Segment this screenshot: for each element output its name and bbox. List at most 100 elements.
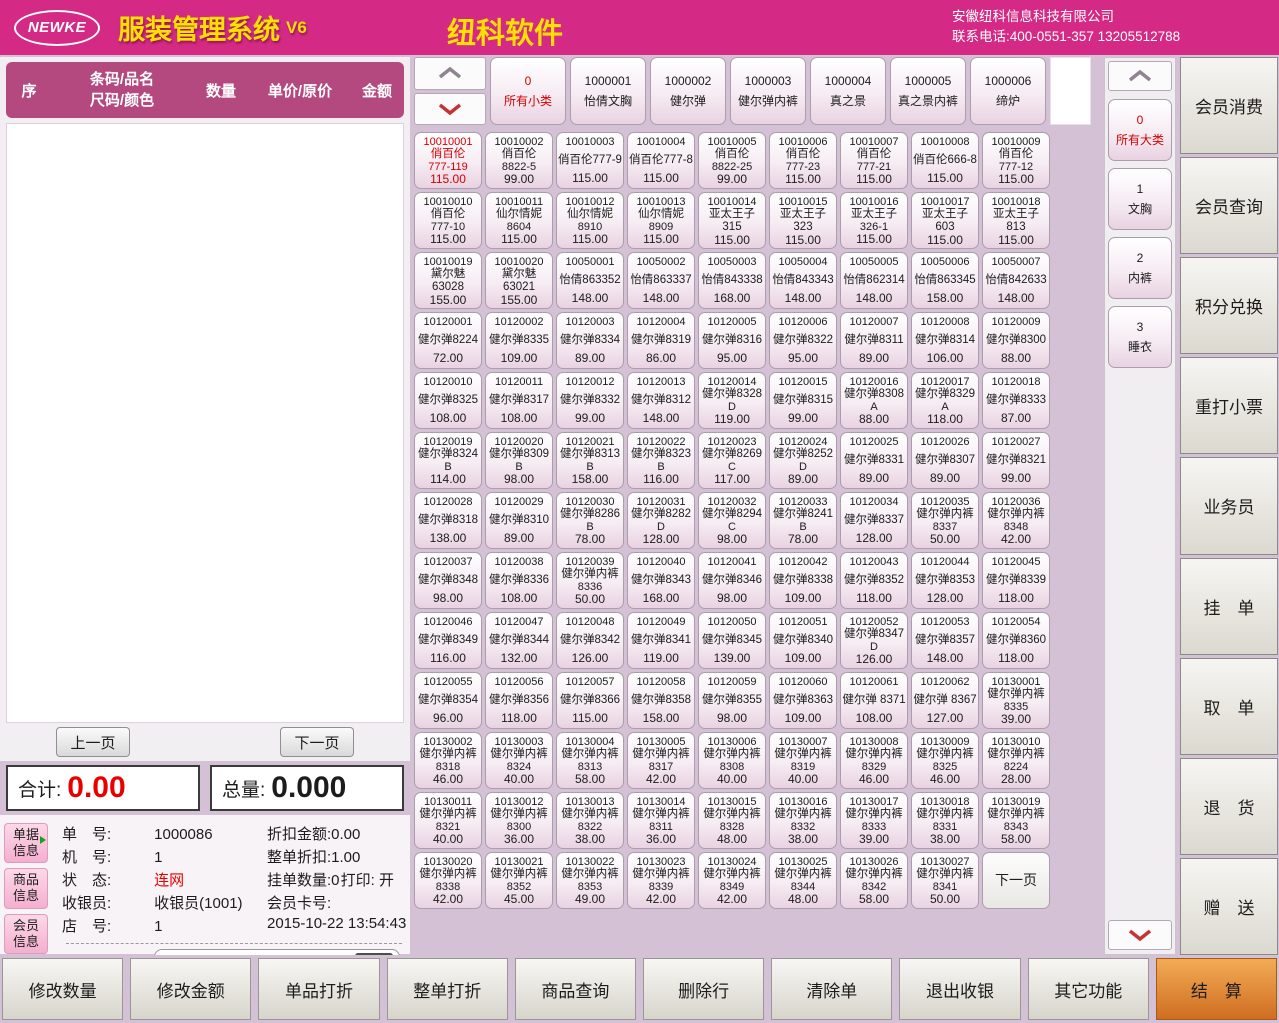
product-cell[interactable]: 10050007 怡倩842633 148.00 [982,252,1050,309]
bottom-button[interactable]: 修改金额 [130,958,251,1020]
product-cell[interactable]: 10010004 俏百伦777-8 115.00 [627,132,695,189]
function-button[interactable]: 赠 送 [1180,858,1278,955]
bottom-button[interactable]: 商品查询 [515,958,636,1020]
product-cell[interactable]: 10120054 健尔弹8360 118.00 [982,612,1050,669]
small-category-button[interactable]: 1000006 缔炉 [970,57,1046,125]
small-category-button[interactable]: 1000005 真之景内裤 [890,57,966,125]
product-cell[interactable]: 10120023 健尔弹8269 C 117.00 [698,432,766,489]
category-scroll-down-button[interactable] [414,93,486,126]
product-cell[interactable]: 10120015 健尔弹8315 99.00 [769,372,837,429]
big-category-button[interactable]: 2 内裤 [1108,237,1172,299]
product-cell[interactable]: 10120056 健尔弹8356 118.00 [485,672,553,729]
product-cell[interactable]: 10120032 健尔弹8294 C 98.00 [698,492,766,549]
product-cell[interactable]: 10120002 健尔弹8335 109.00 [485,312,553,369]
bottom-button[interactable]: 单品打折 [258,958,379,1020]
product-cell[interactable]: 10010016 亚太王子 326-1 115.00 [840,192,908,249]
info-tab[interactable]: 商品 信息 [4,868,48,908]
product-cell[interactable]: 10130026 健尔弹内裤 8342 58.00 [840,852,908,909]
product-cell[interactable]: 10120034 健尔弹8337 128.00 [840,492,908,549]
product-cell[interactable]: 10010013 仙尔情妮 8909 115.00 [627,192,695,249]
product-cell[interactable]: 10050001 怡倩863352 148.00 [556,252,624,309]
function-button[interactable]: 业务员 [1180,457,1278,554]
bottom-button[interactable]: 其它功能 [1028,958,1149,1020]
product-cell[interactable]: 10120051 健尔弹8340 109.00 [769,612,837,669]
bottom-button[interactable]: 修改数量 [2,958,123,1020]
product-cell[interactable]: 10120024 健尔弹8252 D 89.00 [769,432,837,489]
product-cell[interactable]: 10120014 健尔弹8328 D 119.00 [698,372,766,429]
product-cell[interactable]: 10120020 健尔弹8309 B 98.00 [485,432,553,489]
product-cell[interactable]: 10120047 健尔弹8344 132.00 [485,612,553,669]
product-cell[interactable]: 10120042 健尔弹8338 109.00 [769,552,837,609]
big-category-button[interactable]: 1 文胸 [1108,168,1172,230]
product-cell[interactable]: 10120007 健尔弹8311 89.00 [840,312,908,369]
product-cell[interactable]: 10130002 健尔弹内裤 8318 46.00 [414,732,482,789]
product-cell[interactable]: 10130011 健尔弹内裤 8321 40.00 [414,792,482,849]
product-cell[interactable]: 10120001 健尔弹8224 72.00 [414,312,482,369]
product-cell[interactable]: 10050005 怡倩862314 148.00 [840,252,908,309]
product-cell[interactable]: 10120010 健尔弹8325 108.00 [414,372,482,429]
product-cell[interactable]: 10130007 健尔弹内裤 8319 40.00 [769,732,837,789]
product-cell[interactable]: 10010008 俏百伦666-8 115.00 [911,132,979,189]
product-cell[interactable]: 10120050 健尔弹8345 139.00 [698,612,766,669]
product-cell[interactable]: 10120008 健尔弹8314 106.00 [911,312,979,369]
product-cell[interactable]: 10010018 亚太王子813 115.00 [982,192,1050,249]
product-cell[interactable]: 10130004 健尔弹内裤 8313 58.00 [556,732,624,789]
bottom-button[interactable]: 退出收银 [899,958,1020,1020]
product-cell[interactable]: 10120022 健尔弹8323 B 116.00 [627,432,695,489]
product-cell[interactable]: 10120040 健尔弹8343 168.00 [627,552,695,609]
function-button[interactable]: 会员消费 [1180,57,1278,154]
product-cell[interactable]: 10120057 健尔弹8366 115.00 [556,672,624,729]
product-cell[interactable]: 10120027 健尔弹8321 99.00 [982,432,1050,489]
product-cell[interactable]: 10120005 健尔弹8316 95.00 [698,312,766,369]
product-cell[interactable]: 10130023 健尔弹内裤 8339 42.00 [627,852,695,909]
product-cell[interactable]: 10130001 健尔弹内裤 8335 39.00 [982,672,1050,729]
product-cell[interactable]: 10010012 仙尔情妮 8910 115.00 [556,192,624,249]
small-category-button[interactable]: 1000004 真之景 [810,57,886,125]
product-cell[interactable]: 10120043 健尔弹8352 118.00 [840,552,908,609]
product-cell[interactable]: 10120038 健尔弹8336 108.00 [485,552,553,609]
product-cell[interactable]: 10130020 健尔弹内裤 8338 42.00 [414,852,482,909]
product-cell[interactable]: 10010010 俏百伦 777-10 115.00 [414,192,482,249]
product-cell[interactable]: 10130014 健尔弹内裤 8311 36.00 [627,792,695,849]
product-cell[interactable]: 10130013 健尔弹内裤 8322 38.00 [556,792,624,849]
product-cell[interactable]: 10010019 黛尔魅63028 155.00 [414,252,482,309]
big-category-scroll-up-button[interactable] [1108,61,1172,91]
product-cell[interactable]: 10050006 怡倩863345 158.00 [911,252,979,309]
product-cell[interactable]: 10010020 黛尔魅63021 155.00 [485,252,553,309]
product-cell[interactable]: 10010005 俏百伦 8822-25 99.00 [698,132,766,189]
product-cell[interactable]: 10010009 俏百伦 777-12 115.00 [982,132,1050,189]
function-button[interactable]: 取 单 [1180,658,1278,755]
product-cell[interactable]: 10120062 健尔弹 8367 127.00 [911,672,979,729]
small-category-button[interactable]: 1000001 怡倩文胸 [570,57,646,125]
product-cell[interactable]: 10130015 健尔弹内裤 8328 48.00 [698,792,766,849]
product-cell[interactable]: 10120026 健尔弹8307 89.00 [911,432,979,489]
product-cell[interactable]: 10130019 健尔弹内裤 8343 58.00 [982,792,1050,849]
product-cell[interactable]: 10130010 健尔弹内裤 8224 28.00 [982,732,1050,789]
product-cell[interactable]: 10010006 俏百伦 777-23 115.00 [769,132,837,189]
product-cell[interactable]: 10120048 健尔弹8342 126.00 [556,612,624,669]
bottom-button[interactable]: 整单打折 [387,958,508,1020]
product-cell[interactable]: 10130018 健尔弹内裤 8331 38.00 [911,792,979,849]
product-cell[interactable]: 10120060 健尔弹8363 109.00 [769,672,837,729]
small-category-button[interactable]: 1000003 健尔弹内裤 [730,57,806,125]
product-cell[interactable]: 10010011 仙尔情妮 8604 115.00 [485,192,553,249]
product-cell[interactable]: 10120021 健尔弹8313 B 158.00 [556,432,624,489]
big-category-scroll-down-button[interactable] [1108,920,1172,950]
product-cell[interactable]: 10010002 俏百伦 8822-5 99.00 [485,132,553,189]
product-cell[interactable]: 10050002 怡倩863337 148.00 [627,252,695,309]
bottom-button[interactable]: 清除单 [771,958,892,1020]
product-cell[interactable]: 10120036 健尔弹内裤 8348 42.00 [982,492,1050,549]
product-cell[interactable]: 10010003 俏百伦777-9 115.00 [556,132,624,189]
product-cell[interactable]: 10120053 健尔弹8357 148.00 [911,612,979,669]
product-cell[interactable]: 10120019 健尔弹8324 B 114.00 [414,432,482,489]
product-cell[interactable]: 10050004 怡倩843343 148.00 [769,252,837,309]
product-cell[interactable]: 10120018 健尔弹8333 87.00 [982,372,1050,429]
product-cell[interactable]: 10130025 健尔弹内裤 8344 48.00 [769,852,837,909]
product-cell[interactable]: 10130024 健尔弹内裤 8349 42.00 [698,852,766,909]
product-cell[interactable]: 10120044 健尔弹8353 128.00 [911,552,979,609]
info-tab[interactable]: 单据 信息 [4,823,48,863]
big-category-button[interactable]: 3 睡衣 [1108,306,1172,368]
product-cell[interactable]: 10120058 健尔弹8358 158.00 [627,672,695,729]
product-cell[interactable]: 10130016 健尔弹内裤 8332 38.00 [769,792,837,849]
product-cell[interactable]: 10130027 健尔弹内裤 8341 50.00 [911,852,979,909]
